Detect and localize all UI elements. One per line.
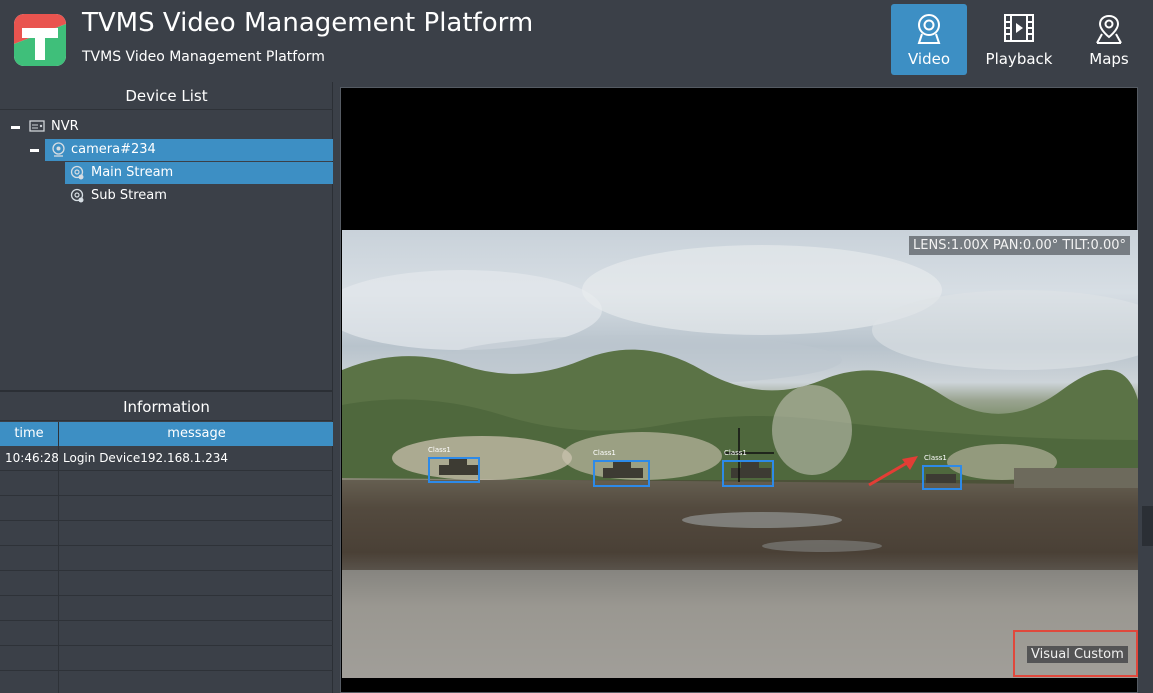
- tree-item-nvr[interactable]: NVR: [0, 116, 333, 138]
- nav-maps-button[interactable]: Maps: [1071, 4, 1147, 75]
- nav-playback-label: Playback: [985, 50, 1053, 68]
- tree-item-camera[interactable]: camera#234: [45, 139, 333, 161]
- detection-label: Class1: [593, 449, 616, 457]
- detection-box: [722, 460, 774, 487]
- map-pin-icon: [1096, 14, 1122, 44]
- film-icon: [1004, 14, 1034, 42]
- collapse-icon[interactable]: [30, 149, 39, 152]
- table-row-empty: [0, 546, 333, 571]
- nvr-icon: [29, 120, 45, 132]
- video-feed[interactable]: LENS:1.00X PAN:0.00° TILT:0.00° Class1 C…: [342, 230, 1138, 678]
- video-window[interactable]: LENS:1.00X PAN:0.00° TILT:0.00° Class1 C…: [340, 87, 1138, 693]
- tree-item-sub-stream[interactable]: Sub Stream: [65, 185, 333, 207]
- left-panel: Device List NVR camera#234 Main Stream S…: [0, 82, 333, 693]
- nav-playback-button[interactable]: Playback: [981, 4, 1057, 75]
- stream-icon: [70, 188, 84, 203]
- app-title: TVMS Video Management Platform: [82, 8, 534, 38]
- tree-label-nvr: NVR: [51, 119, 79, 134]
- tree-label-sub-stream: Sub Stream: [91, 188, 167, 203]
- stream-icon: [70, 165, 84, 180]
- table-row-empty: [0, 496, 333, 521]
- detection-box: [428, 457, 480, 483]
- visual-custom-button[interactable]: Visual Custom: [1013, 630, 1138, 677]
- detection-label: Class1: [924, 454, 947, 462]
- app-subtitle: TVMS Video Management Platform: [82, 49, 325, 65]
- tvms-logo-icon: [14, 14, 66, 66]
- webcam-icon: [917, 14, 941, 44]
- cell-message: Login Device192.168.1.234: [63, 451, 229, 465]
- detection-box: [593, 460, 650, 487]
- information-table-header: time message: [0, 422, 333, 446]
- column-header-time[interactable]: time: [0, 422, 59, 446]
- table-row-empty: [0, 646, 333, 671]
- table-row-empty: [0, 521, 333, 546]
- table-row[interactable]: 10:46:28 Login Device192.168.1.234: [0, 446, 333, 471]
- nav-video-button[interactable]: Video: [891, 4, 967, 75]
- detection-box: [922, 465, 962, 490]
- cell-time: 10:46:28: [0, 446, 59, 471]
- nav-maps-label: Maps: [1089, 50, 1129, 68]
- ptz-readout: LENS:1.00X PAN:0.00° TILT:0.00°: [909, 236, 1130, 255]
- tree-item-main-stream[interactable]: Main Stream: [65, 162, 333, 184]
- tree-label-main-stream: Main Stream: [91, 165, 174, 180]
- table-row-empty: [0, 571, 333, 596]
- detection-label: Class1: [724, 449, 747, 457]
- column-header-message[interactable]: message: [60, 422, 333, 446]
- visual-custom-label: Visual Custom: [1027, 646, 1128, 663]
- table-row-empty: [0, 621, 333, 646]
- app-header: TVMS Video Management Platform TVMS Vide…: [0, 0, 1153, 80]
- video-area: LENS:1.00X PAN:0.00° TILT:0.00° Class1 C…: [334, 82, 1153, 693]
- table-row-empty: [0, 471, 333, 496]
- table-row-empty: [0, 596, 333, 621]
- collapse-icon[interactable]: [11, 126, 20, 129]
- device-list-title: Device List: [0, 82, 333, 110]
- detection-label: Class1: [428, 446, 451, 454]
- table-row-empty: [0, 671, 333, 693]
- tree-expander[interactable]: [30, 139, 44, 161]
- scrollbar[interactable]: [1142, 506, 1153, 546]
- tree-label-camera: camera#234: [71, 142, 156, 157]
- camera-icon: [52, 142, 65, 157]
- panel-divider[interactable]: [0, 390, 333, 392]
- nav-video-label: Video: [907, 50, 951, 68]
- information-title: Information: [0, 393, 333, 421]
